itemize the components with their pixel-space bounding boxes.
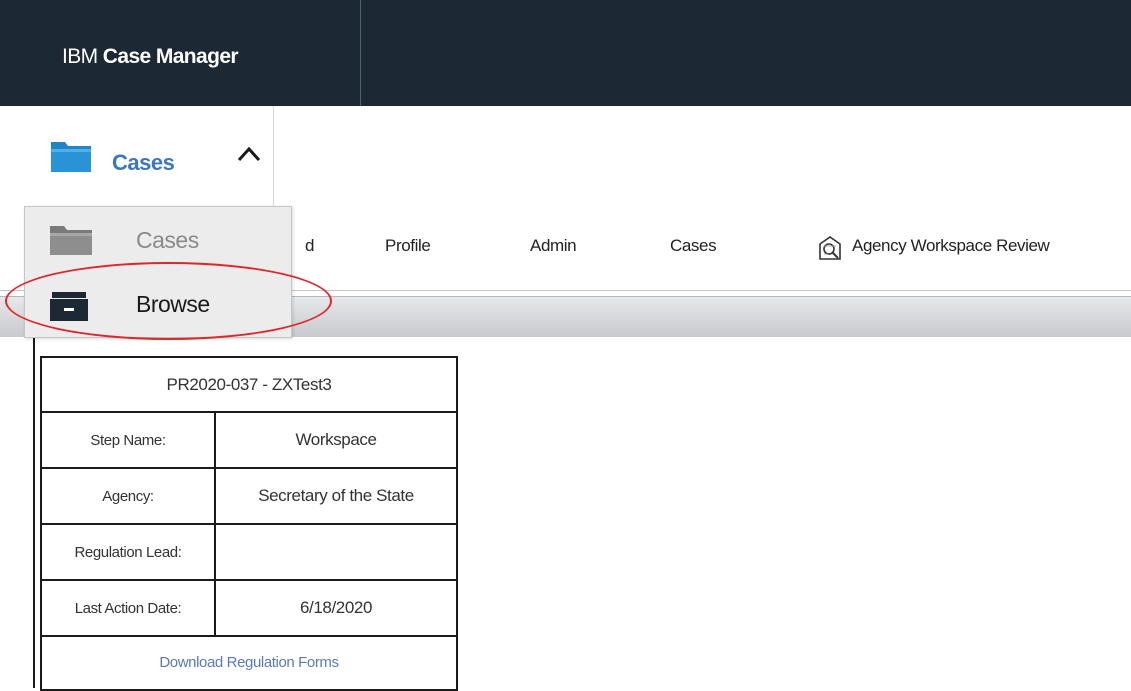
case-title: PR2020-037 - ZXTest3: [40, 356, 458, 413]
last-action-date-label: Last Action Date:: [40, 579, 216, 637]
dropdown-item-label: Cases: [136, 227, 199, 253]
download-regulation-forms-link[interactable]: Download Regulation Forms: [159, 654, 339, 671]
table-row: Step Name: Workspace: [40, 411, 458, 469]
app-title[interactable]: IBM Case Manager: [62, 45, 239, 69]
dropdown-item-browse[interactable]: Browse: [25, 274, 291, 336]
agency-label: Agency:: [40, 467, 216, 525]
table-row: Agency: Secretary of the State: [40, 467, 458, 525]
tab-cases[interactable]: Cases: [670, 236, 717, 256]
case-info-card: PR2020-037 - ZXTest3 Step Name: Workspac…: [40, 356, 458, 691]
folder-icon: [51, 142, 91, 172]
brand-prefix: IBM: [62, 45, 98, 68]
download-link-cell: Download Regulation Forms: [40, 635, 458, 691]
brand-area: IBM Case Manager: [0, 0, 361, 106]
cases-menu-button[interactable]: Cases: [0, 106, 274, 206]
table-row: Last Action Date: 6/18/2020: [40, 579, 458, 637]
browse-icon: [50, 292, 88, 321]
step-name-label: Step Name:: [40, 411, 216, 469]
regulation-lead-value: [214, 523, 458, 581]
folder-icon: [50, 226, 92, 255]
content-left-border: [33, 336, 35, 688]
chevron-up-icon[interactable]: [236, 144, 262, 164]
step-name-value: Workspace: [214, 411, 458, 469]
agency-value: Secretary of the State: [214, 467, 458, 525]
tab-dashboard[interactable]: d: [305, 236, 314, 256]
workspace-review-icon: [819, 236, 841, 260]
top-banner: IBM Case Manager: [0, 0, 1131, 106]
dropdown-item-cases[interactable]: Cases: [25, 210, 291, 272]
cases-dropdown-menu: Cases Browse: [24, 206, 292, 338]
tab-profile[interactable]: Profile: [385, 236, 431, 256]
regulation-lead-label: Regulation Lead:: [40, 523, 216, 581]
table-row: Regulation Lead:: [40, 523, 458, 581]
last-action-date-value: 6/18/2020: [214, 579, 458, 637]
dropdown-item-label: Browse: [136, 291, 210, 317]
brand-name: Case Manager: [102, 45, 239, 68]
cases-menu-label: Cases: [112, 150, 175, 175]
tab-agency-workspace-review[interactable]: Agency Workspace Review: [852, 236, 1050, 256]
tab-admin[interactable]: Admin: [530, 236, 577, 256]
